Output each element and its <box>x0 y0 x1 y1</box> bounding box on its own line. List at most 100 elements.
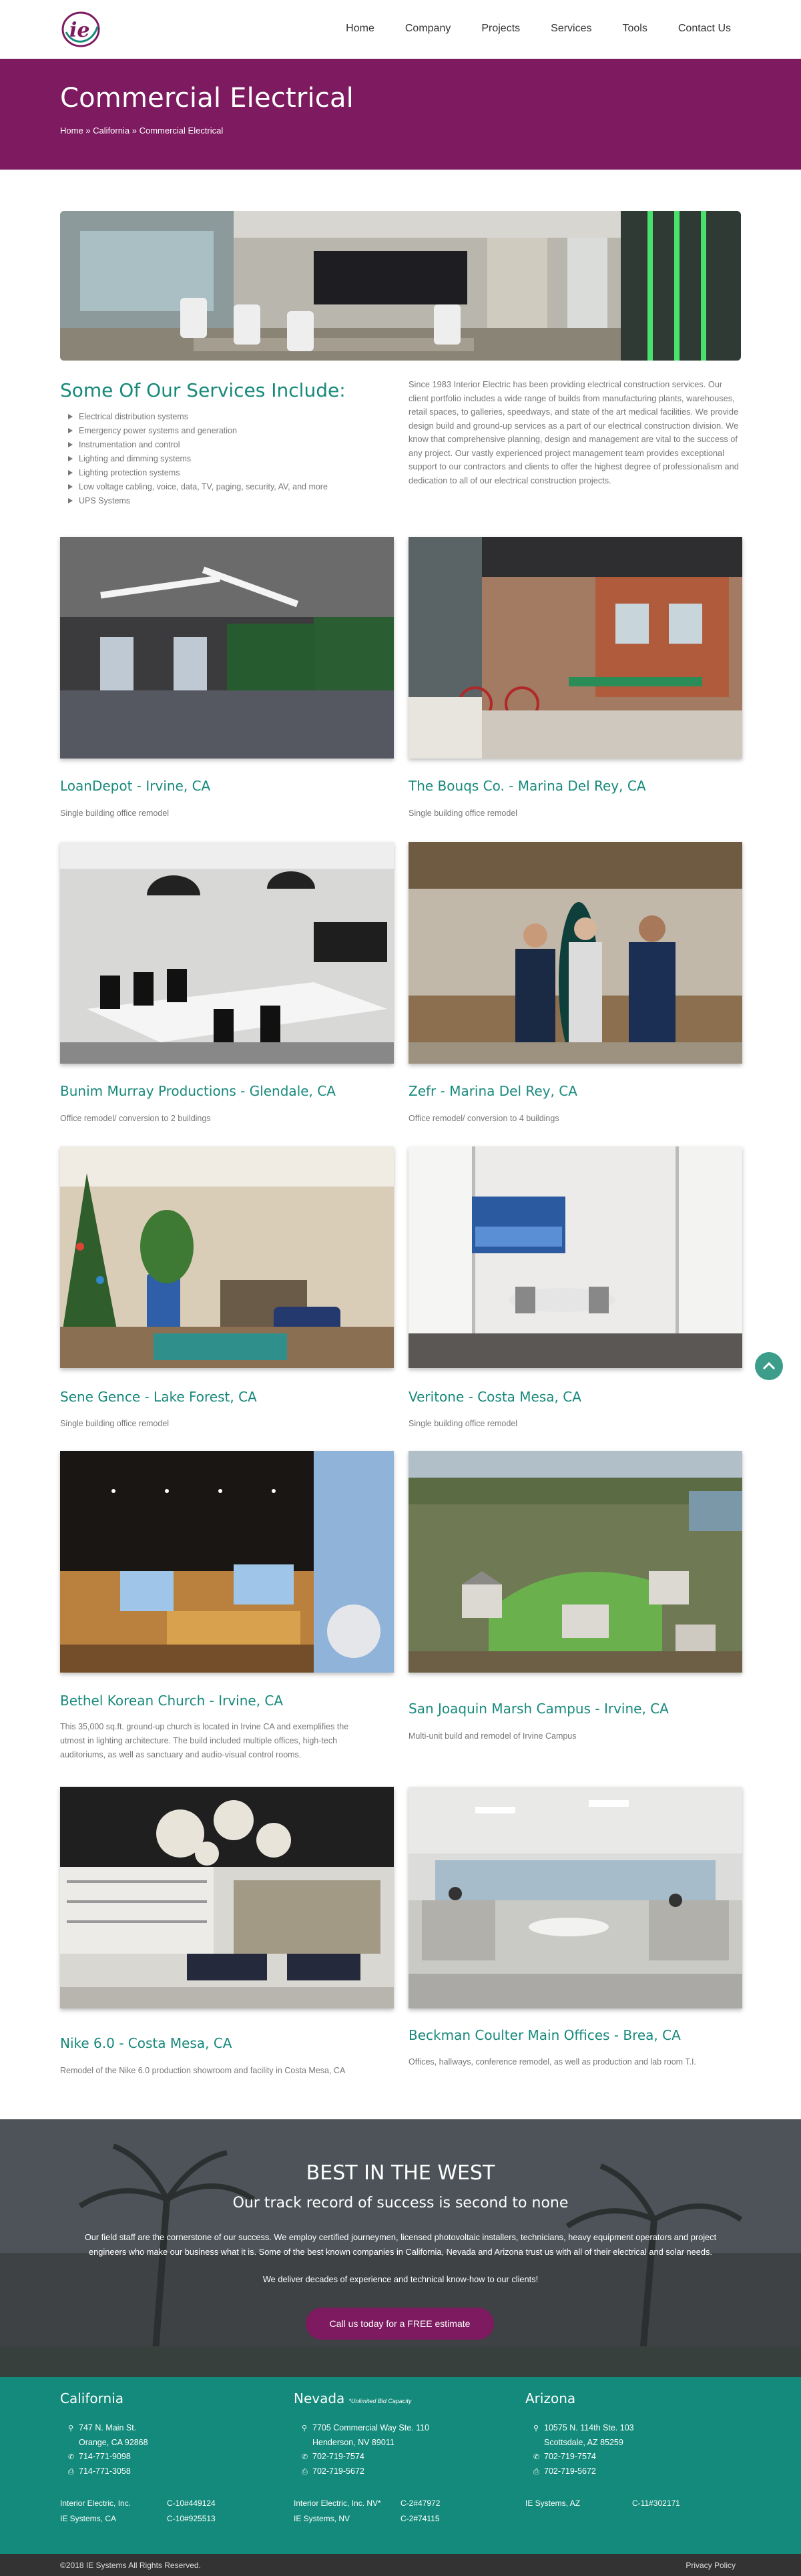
scroll-top-button[interactable] <box>755 1352 783 1380</box>
project-title[interactable]: Veritone - Costa Mesa, CA <box>409 1389 581 1405</box>
privacy-policy-link[interactable]: Privacy Policy <box>686 2561 736 2570</box>
license-name: Interior Electric, Inc. NV* <box>294 2499 381 2508</box>
project-title[interactable]: The Bouqs Co. - Marina Del Rey, CA <box>409 778 646 794</box>
fax-number: 714-771-3058 <box>79 2466 131 2476</box>
address-line: Orange, CA 92868 <box>79 2438 148 2447</box>
svg-text:ie: ie <box>69 19 89 42</box>
map-pin-icon: ⚲ <box>533 2424 539 2432</box>
free-estimate-button[interactable]: Call us today for a FREE estimate <box>306 2308 494 2340</box>
breadcrumb-california[interactable]: California <box>93 126 129 136</box>
project-title[interactable]: Bethel Korean Church - Irvine, CA <box>60 1693 283 1709</box>
footer-region-title: Arizona <box>525 2390 576 2406</box>
nav-company[interactable]: Company <box>405 23 451 35</box>
page-hero: Commercial Electrical Home » California … <box>0 59 801 170</box>
address-line: 10575 N. 114th Ste. 103 <box>544 2423 634 2432</box>
about-paragraph: Since 1983 Interior Electric has been pr… <box>409 379 739 485</box>
cta-title: BEST IN THE WEST <box>306 2161 495 2185</box>
fax-number: 702-719-5672 <box>312 2466 364 2476</box>
project-image-zefr[interactable] <box>409 842 742 1064</box>
footer-region-title: California <box>60 2390 123 2406</box>
license-number: C-2#74115 <box>400 2514 440 2523</box>
project-image-loandepot[interactable] <box>60 537 394 759</box>
service-item: Instrumentation and control <box>67 438 328 452</box>
phone-icon: ✆ <box>68 2453 75 2461</box>
footer-arizona: Arizona ⚲ 10575 N. 114th Ste. 103 Scottsd… <box>525 2390 726 2508</box>
phone-icon: ✆ <box>533 2453 540 2461</box>
service-item: Lighting protection systems <box>67 466 328 480</box>
project-image-beckman-coulter[interactable] <box>409 1787 742 2008</box>
project-desc: Single building office remodel <box>409 809 518 818</box>
fax-number: 702-719-5672 <box>544 2466 596 2476</box>
cta-section: BEST IN THE WEST Our track record of suc… <box>0 2119 801 2377</box>
nav-projects[interactable]: Projects <box>481 23 520 35</box>
license-name: IE Systems, NV <box>294 2514 350 2523</box>
breadcrumb-home[interactable]: Home <box>60 126 83 136</box>
project-image-nike[interactable] <box>60 1787 394 2008</box>
project-desc: Office remodel/ conversion to 2 building… <box>60 1114 211 1123</box>
license-number: C-10#449124 <box>167 2499 216 2508</box>
main-menu: Home Company Projects Services Tools Con… <box>315 23 731 35</box>
service-item: Electrical distribution systems <box>67 410 328 424</box>
address-line: 7705 Commercial Way Ste. 110 <box>312 2423 430 2432</box>
project-title[interactable]: Bunim Murray Productions - Glendale, CA <box>60 1083 336 1099</box>
project-title[interactable]: Sene Gence - Lake Forest, CA <box>60 1389 257 1405</box>
bid-capacity-note: *Unlimited Bid Capacity <box>348 2398 412 2404</box>
project-title[interactable]: Nike 6.0 - Costa Mesa, CA <box>60 2035 232 2051</box>
license-name: IE Systems, CA <box>60 2514 117 2523</box>
project-title[interactable]: Zefr - Marina Del Rey, CA <box>409 1083 577 1099</box>
nav-tools[interactable]: Tools <box>623 23 647 35</box>
nav-services[interactable]: Services <box>551 23 591 35</box>
map-pin-icon: ⚲ <box>68 2424 74 2432</box>
project-desc: Single building office remodel <box>60 809 170 818</box>
fax-icon: ⎙ <box>533 2468 539 2476</box>
footer-california: California ⚲ 747 N. Main St. Orange, CA 9… <box>60 2390 260 2523</box>
address-line: 747 N. Main St. <box>79 2423 137 2432</box>
service-item: UPS Systems <box>67 494 328 508</box>
project-image-veritone[interactable] <box>409 1146 742 1368</box>
phone-number[interactable]: 714-771-9098 <box>79 2452 131 2461</box>
license-number: C-2#47972 <box>400 2499 441 2508</box>
address-line: Henderson, NV 89011 <box>312 2438 394 2447</box>
fax-icon: ⎙ <box>68 2468 74 2476</box>
cta-body: Our field staff are the cornerstone of o… <box>84 2232 717 2257</box>
service-item: Lighting and dimming systems <box>67 452 328 466</box>
office-banner-image <box>60 211 741 361</box>
license-name: Interior Electric, Inc. <box>60 2499 131 2508</box>
nav-home[interactable]: Home <box>346 23 374 35</box>
service-item: Low voltage cabling, voice, data, TV, pa… <box>67 480 328 494</box>
project-desc: Office remodel/ conversion to 4 building… <box>409 1114 559 1123</box>
project-title[interactable]: LoanDepot - Irvine, CA <box>60 778 210 794</box>
project-image-bethel-church[interactable] <box>60 1451 394 1673</box>
license-name: IE Systems, AZ <box>525 2499 581 2508</box>
footer-region-title: Nevada *Unlimited Bid Capacity <box>294 2390 412 2406</box>
company-logo[interactable]: ie <box>60 9 101 49</box>
license-number: C-11#302171 <box>632 2499 680 2508</box>
phone-number[interactable]: 702-719-7574 <box>544 2452 596 2461</box>
phone-number[interactable]: 702-719-7574 <box>312 2452 364 2461</box>
services-heading: Some Of Our Services Include: <box>60 379 346 401</box>
breadcrumb: Home » California » Commercial Electrica… <box>60 126 223 136</box>
project-title[interactable]: Beckman Coulter Main Offices - Brea, CA <box>409 2027 681 2043</box>
breadcrumb-separator: » <box>131 126 137 136</box>
project-desc: Multi-unit build and remodel of Irvine C… <box>409 1731 577 1741</box>
project-desc: Single building office remodel <box>409 1419 518 1428</box>
footer-nevada: Nevada *Unlimited Bid Capacity ⚲ 7705 Comm… <box>294 2390 494 2523</box>
project-desc: Remodel of the Nike 6.0 production showr… <box>60 2066 346 2075</box>
cta-tagline: We deliver decades of experience and tec… <box>262 2274 539 2284</box>
project-image-san-joaquin[interactable] <box>409 1451 742 1673</box>
address-line: Scottsdale, AZ 85259 <box>544 2438 623 2447</box>
copyright-bar: ©2018 IE Systems All Rights Reserved. Pr… <box>0 2554 801 2576</box>
service-item: Emergency power systems and generation <box>67 424 328 438</box>
project-image-sene-gence[interactable] <box>60 1146 394 1368</box>
project-desc: This 35,000 sq.ft. ground-up church is l… <box>60 1722 349 1759</box>
breadcrumb-current: Commercial Electrical <box>139 126 224 136</box>
project-title[interactable]: San Joaquin Marsh Campus - Irvine, CA <box>409 1701 669 1717</box>
nav-contact[interactable]: Contact Us <box>678 23 731 35</box>
project-image-bunim-murray[interactable] <box>60 842 394 1064</box>
project-image-bouqs[interactable] <box>409 537 742 759</box>
phone-icon: ✆ <box>302 2453 308 2461</box>
services-list: Electrical distribution systems Emergenc… <box>67 410 328 508</box>
cta-subtitle: Our track record of success is second to… <box>232 2195 569 2211</box>
footer: California ⚲ 747 N. Main St. Orange, CA 9… <box>0 2377 801 2554</box>
fax-icon: ⎙ <box>302 2468 308 2476</box>
